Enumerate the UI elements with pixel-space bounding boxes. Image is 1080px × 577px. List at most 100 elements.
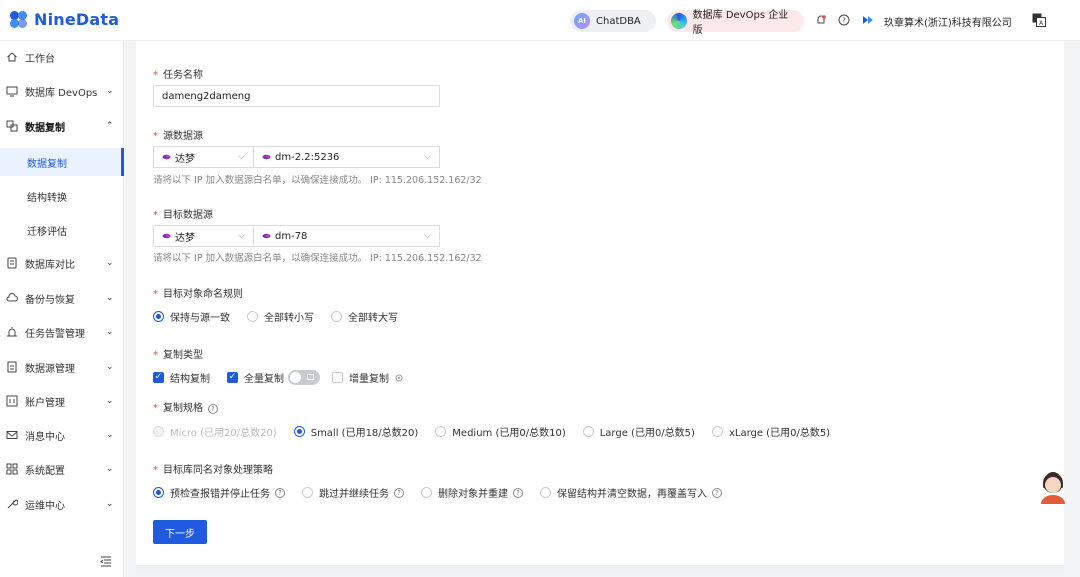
- option-label: 全部转小写: [264, 313, 314, 324]
- account-icon: [6, 395, 18, 407]
- chatdba-label: ChatDBA: [596, 15, 641, 27]
- radio-selected[interactable]: [153, 487, 164, 498]
- sidebar-item-db-compare[interactable]: 数据库对比 ⌄: [0, 251, 124, 275]
- option-label: 删除对象并重建: [438, 489, 508, 500]
- sidebar-item-replication-group[interactable]: 数据复制 ⌃: [0, 114, 124, 138]
- target-type-value: 达梦: [175, 232, 195, 244]
- wrench-icon: [7, 499, 18, 509]
- chatdba-button[interactable]: AI ChatDBA: [570, 10, 656, 32]
- radio[interactable]: [302, 487, 313, 498]
- sidebar-item-account[interactable]: 账户管理 ⌄: [0, 389, 124, 413]
- radio-selected[interactable]: [293, 426, 305, 437]
- task-name-label: * 任务名称: [153, 70, 203, 81]
- sidebar-item-messages[interactable]: 消息中心 ⌄: [0, 423, 124, 447]
- sidebar-item-settings[interactable]: 系统配置 ⌄: [0, 457, 124, 481]
- source-whitelist-hint: 请将以下 IP 加入数据源白名单，以确保连接成功。 IP: 115.206.15…: [153, 175, 482, 186]
- checkmark-icon[interactable]: ✓: [153, 372, 164, 383]
- conflict-rebuild-option[interactable]: 删除对象并重建?: [421, 485, 523, 500]
- sidebar-item-alarm[interactable]: 任务告警管理 ⌄: [0, 320, 124, 344]
- sidebar-item-ops[interactable]: 运维中心 ⌄: [0, 492, 124, 516]
- option-label: Micro (已用20/总数20): [170, 428, 277, 439]
- radio[interactable]: [247, 311, 258, 322]
- spec-xlarge-option[interactable]: xLarge (已用0/总数5): [711, 424, 830, 439]
- target-whitelist-hint: 请将以下 IP 加入数据源白名单，以确保连接成功。 IP: 115.206.15…: [153, 253, 482, 264]
- full-copy-toggle[interactable]: [288, 370, 320, 385]
- radio-selected[interactable]: [153, 311, 164, 322]
- radio[interactable]: [435, 426, 447, 437]
- sidebar-item-label: 数据库对比: [25, 259, 75, 271]
- option-label: Large (已用0/总数5): [599, 428, 695, 439]
- collapse-menu-icon[interactable]: [100, 555, 112, 567]
- sidebar-item-replication[interactable]: 数据复制: [0, 148, 124, 176]
- chevron-down-icon: ⌄: [106, 464, 114, 474]
- compare-icon: [7, 257, 17, 269]
- spec-label: * 复制规格?: [153, 399, 218, 414]
- target-instance-select[interactable]: dm-78 ⌵: [253, 225, 440, 247]
- sidebar-item-datasource[interactable]: 数据源管理 ⌄: [0, 355, 124, 379]
- devops-edition-label: 数据库 DevOps 企业版: [692, 10, 789, 36]
- spec-large-option[interactable]: Large (已用0/总数5): [582, 424, 695, 439]
- grid-icon: [6, 463, 18, 475]
- incremental-copy-checkbox[interactable]: 增量复制: [332, 370, 389, 385]
- sidebar-item-devops[interactable]: 数据库 DevOps ⌄: [0, 79, 124, 103]
- help-icon[interactable]: ?: [394, 487, 404, 498]
- spec-medium-option[interactable]: Medium (已用0/总数10): [435, 424, 566, 439]
- bottom-shadow: [136, 565, 1064, 577]
- radio[interactable]: [421, 487, 432, 498]
- support-avatar-icon[interactable]: [1038, 470, 1068, 504]
- radio-disabled: [153, 426, 164, 437]
- copy-icon: [6, 120, 18, 132]
- chevron-down-icon: ⌄: [106, 86, 114, 96]
- company-name[interactable]: 玖章算术(浙江)科技有限公司: [884, 14, 1012, 29]
- naming-keep-option[interactable]: 保持与源一致: [153, 309, 230, 324]
- conflict-stop-option[interactable]: 预检查报错并停止任务?: [153, 485, 285, 500]
- source-type-value: 达梦: [175, 153, 195, 165]
- dameng-db-icon: [162, 233, 171, 239]
- chevron-down-icon: ⌵: [238, 231, 245, 241]
- sidebar-item-label: 数据源管理: [25, 363, 75, 375]
- brand-logo[interactable]: NineData: [10, 10, 119, 29]
- sidebar-item-backup[interactable]: 备份与恢复 ⌄: [0, 286, 124, 310]
- option-label: 全部转大写: [348, 313, 398, 324]
- radio[interactable]: [331, 311, 342, 322]
- option-label: 保留结构并清空数据，再覆盖写入: [557, 489, 707, 500]
- radio[interactable]: [711, 426, 723, 437]
- task-name-input[interactable]: dameng2dameng: [153, 85, 440, 107]
- sidebar-item-label: 数据库 DevOps: [25, 87, 98, 99]
- help-icon[interactable]: ?: [208, 404, 218, 414]
- source-instance-value: dm-2.2:5236: [275, 151, 340, 163]
- help-icon[interactable]: ?: [275, 487, 285, 498]
- conflict-skip-option[interactable]: 跳过并继续任务?: [302, 485, 404, 500]
- target-instance-value: dm-78: [275, 230, 308, 242]
- radio[interactable]: [582, 426, 594, 437]
- sidebar-item-schema-convert[interactable]: 结构转换: [0, 184, 124, 208]
- help-icon[interactable]: ?: [838, 14, 850, 26]
- conflict-truncate-option[interactable]: 保留结构并清空数据，再覆盖写入?: [540, 485, 722, 500]
- structure-copy-checkbox[interactable]: ✓ 结构复制: [153, 370, 210, 385]
- checkmark-icon[interactable]: ✓: [227, 372, 238, 383]
- option-label: Medium (已用0/总数10): [452, 428, 566, 439]
- sidebar-item-label: 数据复制: [25, 122, 65, 134]
- option-label: 预检查报错并停止任务: [170, 489, 270, 500]
- sidebar-item-workbench[interactable]: 工作台: [0, 45, 124, 69]
- sidebar-item-migration-assess[interactable]: 迁移评估: [0, 218, 124, 242]
- naming-uppercase-option[interactable]: 全部转大写: [331, 309, 398, 324]
- spec-small-option[interactable]: Small (已用18/总数20): [293, 424, 418, 439]
- sidebar-item-label: 账户管理: [25, 397, 65, 409]
- help-icon[interactable]: ?: [513, 487, 523, 498]
- bell-icon[interactable]: [815, 14, 827, 26]
- naming-lowercase-option[interactable]: 全部转小写: [247, 309, 314, 324]
- source-instance-select[interactable]: dm-2.2:5236 ⌵: [253, 146, 440, 168]
- translate-icon[interactable]: A: [1032, 13, 1046, 27]
- checkbox[interactable]: [332, 372, 343, 383]
- help-icon[interactable]: ?: [712, 487, 722, 498]
- sidebar-item-label: 消息中心: [25, 431, 65, 443]
- source-type-select[interactable]: 达梦 ⌵: [153, 146, 254, 168]
- option-label: 跳过并继续任务: [319, 489, 389, 500]
- devops-edition-button[interactable]: 数据库 DevOps 企业版: [667, 10, 804, 36]
- next-step-button[interactable]: 下一步: [153, 520, 207, 544]
- radio[interactable]: [540, 487, 551, 498]
- full-copy-checkbox[interactable]: ✓ 全量复制: [227, 370, 284, 385]
- target-type-select[interactable]: 达梦 ⌵: [153, 225, 254, 247]
- gear-icon[interactable]: [394, 373, 404, 383]
